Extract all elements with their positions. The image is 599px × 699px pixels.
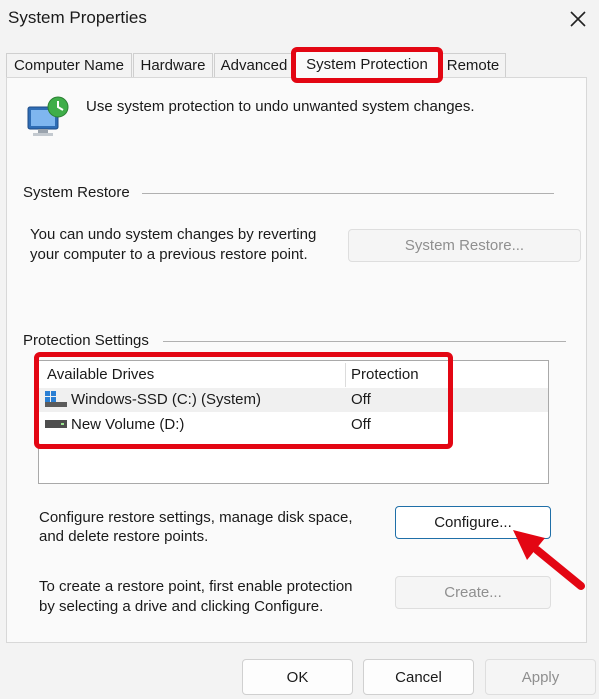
window-title: System Properties (8, 8, 147, 27)
system-drive-icon (45, 391, 67, 407)
close-icon (570, 11, 586, 27)
configure-description-2: and delete restore points. (39, 528, 209, 545)
system-protection-icon (24, 95, 72, 141)
hard-drive-icon (45, 420, 67, 428)
tab-remote[interactable]: Remote (440, 53, 506, 77)
tab-hardware[interactable]: Hardware (133, 53, 213, 77)
column-divider (345, 363, 346, 387)
protection-settings-divider (163, 341, 566, 342)
system-restore-divider (142, 193, 554, 194)
tab-system-protection[interactable]: System Protection (295, 50, 439, 78)
drive-name: New Volume (D:) (71, 416, 185, 433)
create-button[interactable]: Create... (395, 576, 551, 609)
column-header-drives[interactable]: Available Drives (47, 366, 154, 383)
tab-computer-name[interactable]: Computer Name (6, 53, 132, 77)
drive-name: Windows-SSD (C:) (System) (71, 391, 262, 408)
tab-advanced[interactable]: Advanced (214, 53, 294, 77)
apply-button[interactable]: Apply (485, 659, 596, 695)
intro-text: Use system protection to undo unwanted s… (86, 98, 475, 115)
system-restore-group-label: System Restore (23, 184, 130, 201)
create-description-2: by selecting a drive and clicking Config… (39, 598, 324, 615)
system-restore-description-1: You can undo system changes by reverting (30, 226, 317, 243)
table-row[interactable]: New Volume (D:) Off (39, 413, 548, 437)
drives-list[interactable]: Available Drives Protection Windows-SSD … (38, 360, 549, 484)
drive-protection-status: Off (351, 416, 371, 433)
system-restore-description-2: your computer to a previous restore poin… (30, 246, 308, 263)
column-header-protection[interactable]: Protection (351, 366, 419, 383)
table-row[interactable]: Windows-SSD (C:) (System) Off (39, 388, 548, 412)
list-header: Available Drives Protection (39, 363, 548, 387)
close-button[interactable] (560, 2, 596, 36)
protection-settings-group-label: Protection Settings (23, 332, 149, 349)
drive-protection-status: Off (351, 391, 371, 408)
ok-button[interactable]: OK (242, 659, 353, 695)
configure-description-1: Configure restore settings, manage disk … (39, 509, 353, 526)
system-restore-button[interactable]: System Restore... (348, 229, 581, 262)
create-description-1: To create a restore point, first enable … (39, 578, 353, 595)
cancel-button[interactable]: Cancel (363, 659, 474, 695)
